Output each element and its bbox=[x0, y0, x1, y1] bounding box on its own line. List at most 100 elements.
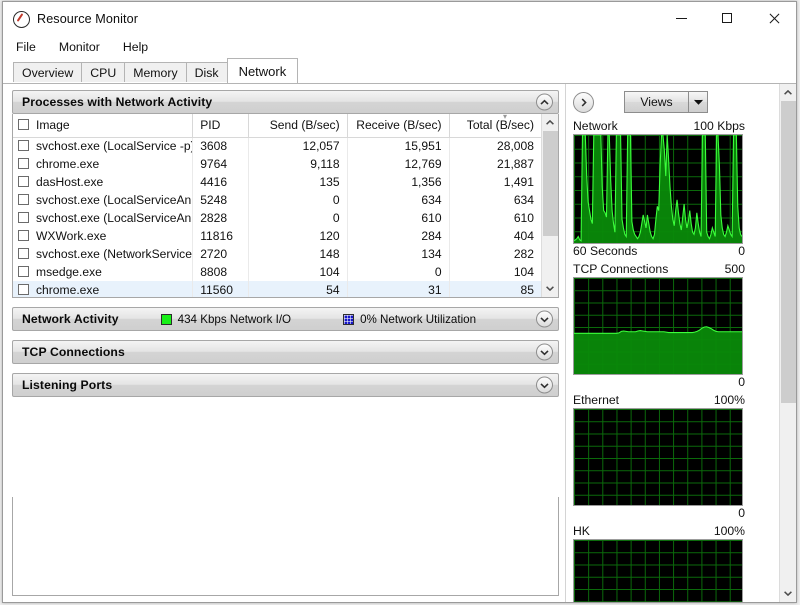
table-row[interactable]: svchost.exe (LocalService -p) 3608 12,057 1… bbox=[13, 137, 541, 155]
views-button-label: Views bbox=[640, 95, 673, 109]
maximize-button[interactable] bbox=[704, 2, 750, 34]
table-scroll-thumb[interactable] bbox=[542, 131, 558, 236]
network-graph-block: Network 100 Kbps 60 Seconds 0 bbox=[573, 119, 759, 258]
tab-overview[interactable]: Overview bbox=[13, 62, 83, 83]
row-checkbox[interactable] bbox=[18, 248, 29, 259]
row-checkbox[interactable] bbox=[18, 284, 29, 295]
table-row[interactable]: chrome.exe 11560 54 31 85 bbox=[13, 281, 541, 297]
tab-network[interactable]: Network bbox=[226, 58, 299, 83]
right-pane-scroll-thumb[interactable] bbox=[780, 101, 796, 403]
tab-memory[interactable]: Memory bbox=[124, 62, 187, 83]
chevron-up-icon[interactable] bbox=[536, 93, 553, 111]
table-row[interactable]: chrome.exe 9764 9,118 12,769 21,887 bbox=[13, 155, 541, 173]
table-scrollbar[interactable] bbox=[541, 114, 558, 297]
cell-send: 148 bbox=[248, 245, 348, 263]
cell-receive: 31 bbox=[347, 281, 450, 297]
scroll-down-icon[interactable] bbox=[542, 280, 559, 297]
chevron-down-icon[interactable] bbox=[536, 343, 553, 361]
chevron-down-icon[interactable] bbox=[536, 376, 553, 394]
chevron-down-icon[interactable] bbox=[536, 310, 553, 328]
menu-bar: File Monitor Help bbox=[3, 36, 796, 58]
right-pane-scroll-track[interactable] bbox=[780, 101, 797, 585]
sort-indicator-icon: ▾ bbox=[502, 114, 507, 121]
table-row[interactable]: svchost.exe (LocalServiceAn…) 2828 0 610 610 bbox=[13, 209, 541, 227]
cell-receive: 0 bbox=[347, 263, 450, 281]
cell-image: svchost.exe (LocalServiceAn…) bbox=[13, 191, 194, 209]
cell-receive: 634 bbox=[347, 191, 450, 209]
cell-pid: 4416 bbox=[192, 173, 249, 191]
menu-item-monitor[interactable]: Monitor bbox=[57, 39, 102, 55]
table-row[interactable]: svchost.exe (LocalServiceAn…) 5248 0 634 634 bbox=[13, 191, 541, 209]
views-toolbar: Views bbox=[573, 89, 796, 115]
tcp-connections-section-header[interactable]: TCP Connections bbox=[12, 340, 559, 364]
table-row[interactable]: svchost.exe (NetworkService…) 2720 148 134 2… bbox=[13, 245, 541, 263]
resource-monitor-icon bbox=[13, 10, 30, 28]
row-checkbox[interactable] bbox=[18, 194, 29, 205]
cell-image: WXWork.exe bbox=[13, 227, 194, 245]
network-graph-caption: Network 100 Kbps bbox=[573, 119, 759, 133]
cell-send: 12,057 bbox=[248, 137, 348, 155]
chevron-right-icon[interactable] bbox=[573, 91, 594, 113]
network-activity-title: Network Activity bbox=[22, 312, 119, 326]
hk-graph-max-label: 100% bbox=[713, 524, 745, 538]
chevron-down-icon[interactable] bbox=[688, 92, 707, 112]
cell-total: 28,008 bbox=[497, 139, 534, 154]
graphs-pane: Views Network 100 Kbps 60 Seconds 0 TCP Conn… bbox=[566, 84, 796, 602]
close-button[interactable] bbox=[750, 2, 796, 34]
tab-cpu[interactable]: CPU bbox=[81, 62, 126, 83]
table-scroll-track[interactable] bbox=[542, 131, 559, 280]
scroll-up-icon[interactable] bbox=[780, 84, 797, 101]
cell-total: 282 bbox=[513, 247, 534, 261]
column-header-receive[interactable]: Receive (B/sec) bbox=[347, 114, 450, 138]
menu-item-file[interactable]: File bbox=[14, 39, 38, 55]
row-checkbox[interactable] bbox=[18, 176, 29, 187]
table-row[interactable]: msedge.exe 8808 104 0 104 bbox=[13, 263, 541, 281]
right-pane-scrollbar[interactable] bbox=[779, 84, 796, 602]
left-pane: Processes with Network Activity Image PI… bbox=[3, 84, 566, 602]
resource-monitor-window: Resource Monitor File Monitor Help Overv… bbox=[2, 1, 797, 603]
tab-disk[interactable]: Disk bbox=[185, 62, 228, 83]
tcp-connections-graph bbox=[573, 277, 743, 375]
ethernet-graph bbox=[573, 408, 743, 506]
table-row[interactable]: WXWork.exe 11816 120 284 404 bbox=[13, 227, 541, 245]
network-activity-section-header[interactable]: Network Activity 434 Kbps Network I/O 0%… bbox=[12, 307, 559, 331]
column-header-total[interactable]: ▾ Total (B/sec) bbox=[449, 114, 541, 138]
cell-pid: 2720 bbox=[192, 245, 249, 263]
minimize-button[interactable] bbox=[658, 2, 704, 34]
title-bar: Resource Monitor bbox=[3, 2, 796, 36]
scroll-down-icon[interactable] bbox=[780, 585, 797, 602]
row-checkbox[interactable] bbox=[18, 212, 29, 223]
legend-swatch-green-icon bbox=[160, 313, 172, 325]
row-checkbox[interactable] bbox=[18, 140, 29, 152]
column-header-send[interactable]: Send (B/sec) bbox=[248, 114, 348, 138]
ethernet-graph-footer: 0 bbox=[573, 506, 759, 520]
cell-pid: 9764 bbox=[192, 155, 249, 173]
processes-section-title: Processes with Network Activity bbox=[22, 95, 213, 109]
row-checkbox[interactable] bbox=[18, 158, 29, 169]
select-all-checkbox[interactable] bbox=[18, 119, 29, 131]
tcp-connections-graph-footer: 0 bbox=[573, 375, 759, 389]
processes-section-header[interactable]: Processes with Network Activity bbox=[12, 90, 559, 114]
hk-graph bbox=[573, 539, 743, 602]
network-graph-max-label: 100 Kbps bbox=[693, 119, 746, 133]
table-row[interactable]: dasHost.exe 4416 135 1,356 1,491 bbox=[13, 173, 541, 191]
menu-item-help[interactable]: Help bbox=[121, 39, 150, 55]
cell-image: chrome.exe bbox=[13, 281, 194, 297]
cell-send: 9,118 bbox=[248, 155, 348, 173]
ethernet-graph-title: Ethernet bbox=[573, 393, 620, 407]
network-graph-series bbox=[574, 135, 742, 243]
window-controls bbox=[658, 2, 796, 34]
tcp-connections-graph-block: TCP Connections 500 0 bbox=[573, 262, 759, 389]
cell-send: 135 bbox=[248, 173, 348, 191]
scroll-up-icon[interactable] bbox=[542, 114, 559, 131]
ethernet-graph-caption: Ethernet 100% bbox=[573, 393, 759, 407]
tcp-connections-graph-max-label: 500 bbox=[724, 262, 745, 276]
processes-table-element: Image PID Send (B/sec) Receive (B/sec) ▾… bbox=[13, 114, 541, 297]
listening-ports-section-header[interactable]: Listening Ports bbox=[12, 373, 559, 397]
graph-list: Network 100 Kbps 60 Seconds 0 TCP Connection… bbox=[573, 119, 796, 602]
views-button[interactable]: Views bbox=[624, 91, 708, 113]
row-checkbox[interactable] bbox=[18, 230, 29, 241]
column-header-image[interactable]: Image bbox=[13, 114, 194, 138]
column-header-pid[interactable]: PID bbox=[192, 114, 249, 138]
row-checkbox[interactable] bbox=[18, 266, 29, 277]
